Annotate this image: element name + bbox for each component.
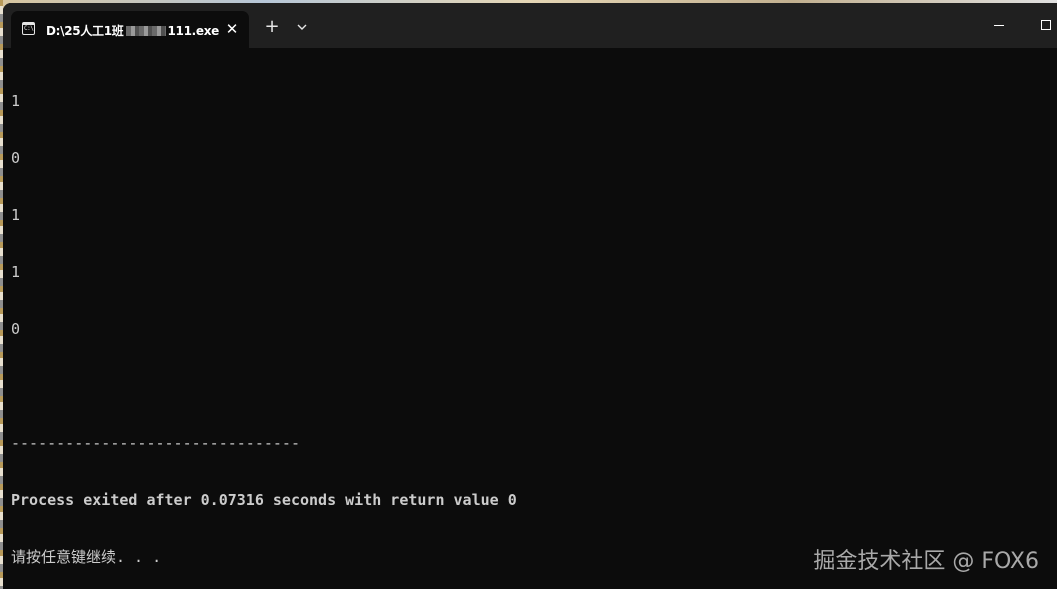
tab-title-suffix: 111.exe [167,24,220,38]
plus-icon[interactable]: + [262,17,282,37]
tab-active[interactable]: C:\ D:\25人工1班 111.exe ✕ [11,11,249,48]
terminal-window: C:\ D:\25人工1班 111.exe ✕ + 1 0 1 1 0 -----… [3,3,1057,589]
chevron-down-icon[interactable] [292,17,312,37]
minimize-icon[interactable] [985,15,1013,35]
console-icon: C:\ [22,22,35,35]
separator-line: -------------------------------- [11,434,300,452]
watermark: 掘金技术社区 @ FOX6 [813,549,1039,574]
output-line: 1 [11,92,21,110]
process-exit-message: Process exited after 0.07316 seconds wit… [11,491,517,509]
title-bar[interactable]: C:\ D:\25人工1班 111.exe ✕ + [3,3,1057,48]
output-line: 1 [11,206,21,224]
output-line: 1 [11,263,21,281]
console-output[interactable]: 1 0 1 1 0 ------------------------------… [11,54,1051,589]
output-line: 0 [11,149,21,167]
close-icon[interactable]: ✕ [223,20,241,38]
tab-title-prefix: D:\25人工1班 [46,24,124,38]
maximize-icon[interactable] [1037,15,1057,35]
output-line: 0 [11,320,21,338]
redacted-text [125,26,166,36]
tab-title: D:\25人工1班 111.exe [46,22,219,39]
